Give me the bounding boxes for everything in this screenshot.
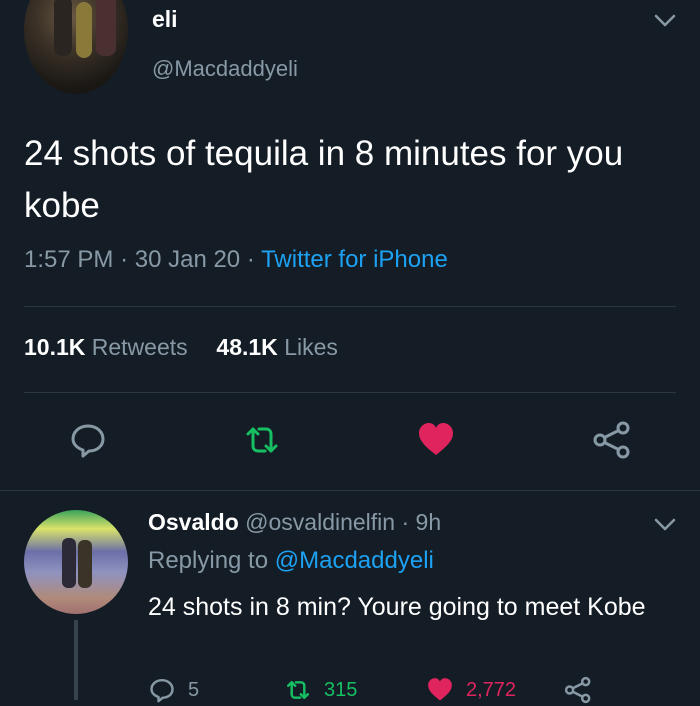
tweet-meta: 1:57 PM · 30 Jan 20 · Twitter for iPhone: [24, 246, 448, 274]
tweet-stats: 10.1K Retweets 48.1K Likes: [24, 334, 338, 361]
reply-reply-count: 5: [188, 678, 200, 701]
divider: [24, 306, 676, 307]
retweet-icon[interactable]: [242, 420, 282, 460]
heart-icon[interactable]: [416, 420, 456, 460]
tweet-date: 30 Jan 20: [134, 246, 241, 273]
reply-time[interactable]: 9h: [416, 509, 442, 535]
reply-like-count: 2,772: [466, 678, 517, 701]
thread-line: [74, 620, 78, 700]
divider: [0, 490, 700, 491]
meta-separator: ·: [401, 509, 410, 535]
replying-label: Replying to: [148, 547, 269, 574]
chevron-down-icon[interactable]: [654, 14, 676, 28]
likes-count[interactable]: 48.1K: [216, 334, 277, 360]
main-tweet: eli @Macdaddyeli 24 shots of tequila in …: [0, 0, 700, 490]
divider: [24, 392, 676, 393]
tweet-text: 24 shots of tequila in 8 minutes for you…: [24, 134, 624, 225]
display-name[interactable]: eli: [152, 6, 178, 33]
user-handle[interactable]: @Macdaddyeli: [152, 56, 298, 82]
avatar[interactable]: [24, 0, 128, 94]
reply-display-name[interactable]: Osvaldo: [148, 509, 239, 535]
replying-to: Replying to @Macdaddyeli: [148, 547, 434, 575]
retweets-count[interactable]: 10.1K: [24, 334, 85, 360]
reply-retweet-count: 315: [324, 678, 358, 701]
replying-to-mention[interactable]: @Macdaddyeli: [275, 547, 434, 574]
avatar[interactable]: [24, 510, 128, 614]
tweet-source-link[interactable]: Twitter for iPhone: [261, 246, 448, 273]
share-icon[interactable]: [592, 420, 632, 460]
tweet-time: 1:57 PM: [24, 246, 114, 273]
reply-header: Osvaldo @osvaldinelfin · 9h: [148, 509, 441, 536]
reply-text: 24 shots in 8 min? Youre going to meet K…: [148, 593, 646, 621]
meta-separator: ·: [246, 246, 262, 273]
chevron-down-icon[interactable]: [654, 518, 676, 532]
reply-handle[interactable]: @osvaldinelfin: [245, 509, 395, 535]
reply-icon[interactable]: [68, 420, 108, 460]
likes-label[interactable]: Likes: [284, 334, 338, 360]
meta-separator: ·: [120, 246, 135, 273]
reply-actions: 5 315 2,772: [148, 676, 678, 706]
retweets-label[interactable]: Retweets: [92, 334, 188, 360]
